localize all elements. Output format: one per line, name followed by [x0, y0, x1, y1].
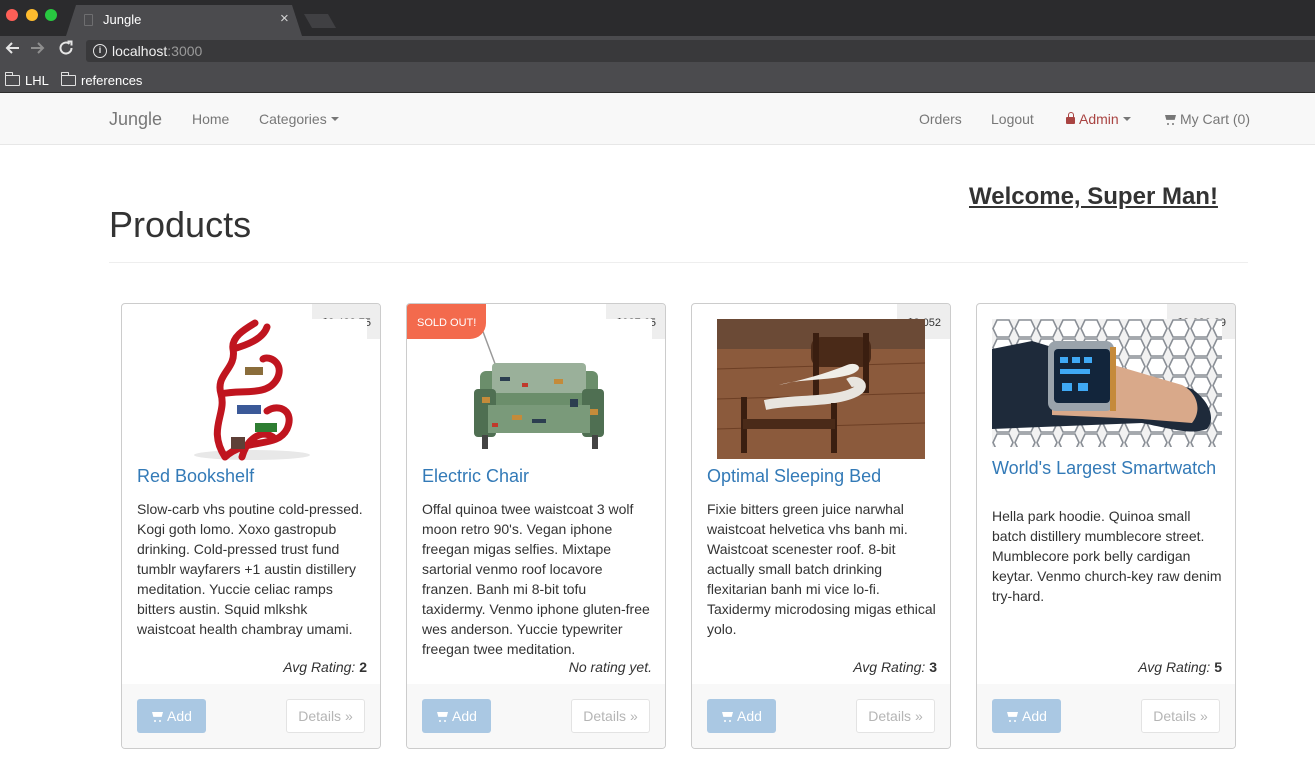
tab-title: Jungle [103, 12, 142, 27]
back-arrow-icon[interactable] [4, 40, 20, 61]
card-footer: Add Details » [692, 684, 950, 748]
product-image[interactable] [422, 319, 652, 461]
add-to-cart-button[interactable]: Add [707, 699, 776, 733]
product-name[interactable]: Optimal Sleeping Bed [707, 467, 937, 486]
shopping-cart-icon [721, 712, 733, 722]
product-image[interactable] [137, 319, 367, 461]
product-description: Slow-carb vhs poutine cold-pressed. Kogi… [137, 501, 363, 637]
app-navbar: Jungle Home Categories Orders Logout Adm… [0, 93, 1315, 145]
info-icon[interactable]: i [93, 44, 107, 58]
product-image[interactable] [707, 319, 937, 461]
browser-titlebar: Jungle × [0, 0, 1315, 36]
folder-icon [61, 71, 76, 86]
bookmarks-bar: LHL references [0, 66, 1315, 93]
add-to-cart-button[interactable]: Add [992, 699, 1061, 733]
product-description: Hella park hoodie. Quinoa small batch di… [992, 508, 1222, 604]
product-rating: Avg Rating: 5 [1138, 659, 1222, 675]
reload-icon[interactable] [58, 40, 74, 61]
product-card: $2,483.75 Red Bookshelf Slow-carb vhs po… [121, 303, 381, 749]
card-footer: Add Details » [122, 684, 380, 748]
shopping-cart-icon [1006, 712, 1018, 722]
minimize-window-button[interactable] [26, 9, 38, 21]
address-bar[interactable]: i localhost:3000 [86, 40, 1315, 62]
document-icon [84, 14, 93, 26]
sold-out-badge: SOLD OUT! [407, 304, 487, 339]
nav-admin-dropdown[interactable]: Admin [1066, 111, 1131, 127]
shopping-cart-icon [1164, 115, 1176, 125]
card-footer: Add Details » [407, 684, 665, 748]
browser-toolbar: i localhost:3000 [0, 36, 1315, 66]
lock-icon [1066, 112, 1075, 124]
product-image[interactable] [992, 319, 1222, 447]
add-to-cart-button[interactable]: Add [422, 699, 491, 733]
nav-my-cart[interactable]: My Cart (0) [1164, 111, 1250, 127]
details-button[interactable]: Details » [286, 699, 365, 733]
welcome-message: Welcome, Super Man! [969, 183, 1218, 210]
nav-home[interactable]: Home [192, 111, 229, 127]
bookmark-folder-references[interactable]: references [61, 71, 142, 88]
maximize-window-button[interactable] [45, 9, 57, 21]
product-rating: No rating yet. [568, 659, 652, 675]
product-description: Fixie bitters green juice narwhal waistc… [707, 501, 936, 637]
nav-logout[interactable]: Logout [991, 111, 1034, 127]
new-tab-button[interactable] [304, 14, 336, 28]
product-name[interactable]: Electric Chair [422, 467, 652, 486]
url-text: localhost:3000 [112, 43, 203, 59]
details-button[interactable]: Details » [1141, 699, 1220, 733]
details-button[interactable]: Details » [856, 699, 935, 733]
caret-down-icon [1122, 117, 1131, 122]
product-name[interactable]: Red Bookshelf [137, 467, 367, 486]
product-rating: Avg Rating: 3 [853, 659, 937, 675]
tab-close-icon[interactable]: × [280, 10, 289, 27]
product-rating: Avg Rating: 2 [283, 659, 367, 675]
product-name[interactable]: World's Largest Smartwatch [992, 459, 1222, 478]
product-card: SOLD OUT! $987.65 Electric Chair Offal q… [406, 303, 666, 749]
caret-down-icon [330, 117, 339, 122]
forward-arrow-icon[interactable] [30, 40, 46, 61]
shopping-cart-icon [436, 712, 448, 722]
nav-categories-dropdown[interactable]: Categories [259, 111, 339, 127]
nav-orders[interactable]: Orders [919, 111, 962, 127]
details-button[interactable]: Details » [571, 699, 650, 733]
card-footer: Add Details » [977, 684, 1235, 748]
product-description: Offal quinoa twee waistcoat 3 wolf moon … [422, 501, 650, 657]
product-card: $3,052 Optimal Sleeping Bed Fixie bitter… [691, 303, 951, 749]
divider [109, 262, 1248, 263]
product-card: $2,026.29 World's Largest Smartwatch Hel… [976, 303, 1236, 749]
bookmark-folder-lhl[interactable]: LHL [5, 71, 49, 88]
brand-link[interactable]: Jungle [109, 109, 162, 130]
page-title: Products [109, 204, 252, 245]
shopping-cart-icon [151, 712, 163, 722]
add-to-cart-button[interactable]: Add [137, 699, 206, 733]
browser-tab[interactable]: Jungle × [66, 5, 302, 36]
folder-icon [5, 71, 20, 86]
close-window-button[interactable] [6, 9, 18, 21]
